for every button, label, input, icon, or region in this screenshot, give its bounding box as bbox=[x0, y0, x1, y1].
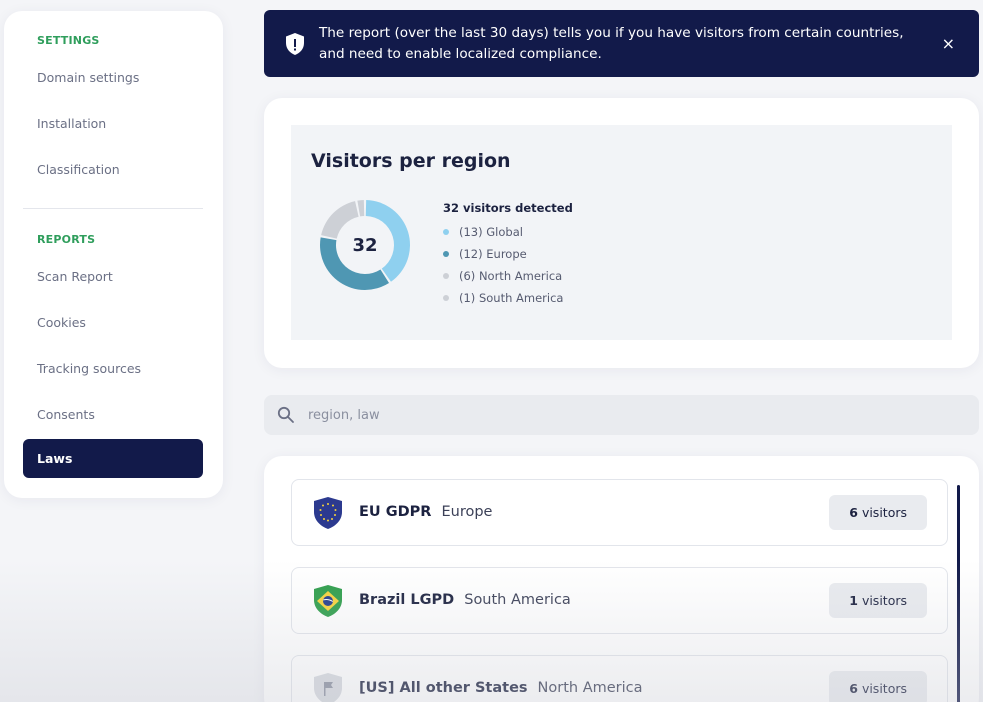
visitor-count: 1 bbox=[849, 593, 858, 608]
legend-item-south-america: (1) South America bbox=[443, 287, 573, 309]
visitor-unit: visitors bbox=[861, 505, 907, 520]
region-title: Visitors per region bbox=[311, 150, 511, 172]
legend-item-europe: (12) Europe bbox=[443, 243, 573, 265]
law-name: EU GDPR Europe bbox=[359, 504, 492, 520]
sidebar-item-consents[interactable]: Consents bbox=[37, 407, 95, 422]
legend-label-north-america: (6) North America bbox=[459, 269, 563, 283]
legend-dot-south-america bbox=[443, 295, 449, 301]
visitor-count: 6 bbox=[849, 505, 858, 520]
search-input[interactable] bbox=[308, 395, 908, 435]
visitor-count-badge: 1 visitors bbox=[829, 583, 927, 618]
sidebar-divider bbox=[23, 208, 203, 209]
law-name: [US] All other States North America bbox=[359, 680, 643, 696]
law-row-brazil-lgpd[interactable]: Brazil LGPD South America 1 visitors bbox=[291, 567, 948, 634]
search-icon bbox=[277, 406, 294, 423]
law-title: Brazil LGPD bbox=[359, 592, 455, 608]
law-row-us-other-states[interactable]: [US] All other States North America 6 vis… bbox=[291, 655, 948, 702]
law-region: South America bbox=[464, 592, 571, 608]
settings-heading: SETTINGS bbox=[37, 34, 100, 47]
banner-text: The report (over the last 30 days) tells… bbox=[319, 25, 904, 62]
visitor-count-badge: 6 visitors bbox=[829, 495, 927, 530]
legend-label-south-america: (1) South America bbox=[459, 291, 564, 305]
legend-dot-europe bbox=[443, 251, 449, 257]
generic-flag-icon bbox=[314, 673, 342, 702]
sidebar-item-tracking-sources[interactable]: Tracking sources bbox=[37, 361, 141, 376]
law-title: [US] All other States bbox=[359, 680, 528, 696]
visitor-unit: visitors bbox=[861, 593, 907, 608]
legend-label-europe: (12) Europe bbox=[459, 247, 527, 261]
sidebar-item-cookies[interactable]: Cookies bbox=[37, 315, 86, 330]
shield-icon bbox=[286, 33, 304, 55]
legend-item-global: (13) Global bbox=[443, 221, 573, 243]
eu-flag-icon bbox=[314, 497, 342, 529]
brazil-flag-icon bbox=[314, 585, 342, 617]
region-legend: 32 visitors detected (13) Global (12) Eu… bbox=[443, 201, 573, 309]
law-region: Europe bbox=[441, 504, 493, 520]
sidebar: SETTINGS Domain settings Installation Cl… bbox=[4, 11, 223, 498]
visitors-region-panel: Visitors per region 32 32 visitors detec… bbox=[291, 125, 952, 340]
visitor-unit: visitors bbox=[861, 681, 907, 696]
visitor-count: 6 bbox=[849, 681, 858, 696]
scrollbar[interactable] bbox=[957, 485, 960, 702]
sidebar-item-classification[interactable]: Classification bbox=[37, 162, 120, 177]
legend-title: 32 visitors detected bbox=[443, 201, 573, 215]
visitors-region-card: Visitors per region 32 32 visitors detec… bbox=[264, 98, 979, 368]
law-row-eu-gdpr[interactable]: EU GDPR Europe 6 visitors bbox=[291, 479, 948, 546]
law-region: North America bbox=[537, 680, 643, 696]
donut-total: 32 bbox=[352, 234, 378, 256]
visitor-count-badge: 6 visitors bbox=[829, 671, 927, 702]
search-bar[interactable] bbox=[264, 395, 979, 435]
info-banner: The report (over the last 30 days) tells… bbox=[264, 10, 979, 77]
law-title: EU GDPR bbox=[359, 504, 432, 520]
law-name: Brazil LGPD South America bbox=[359, 592, 571, 608]
legend-dot-global bbox=[443, 229, 449, 235]
legend-dot-north-america bbox=[443, 273, 449, 279]
reports-heading: REPORTS bbox=[37, 233, 96, 246]
sidebar-item-installation[interactable]: Installation bbox=[37, 116, 106, 131]
sidebar-item-laws[interactable]: Laws bbox=[23, 439, 203, 478]
legend-item-north-america: (6) North America bbox=[443, 265, 573, 287]
sidebar-item-domain-settings[interactable]: Domain settings bbox=[37, 70, 139, 85]
sidebar-item-scan-report[interactable]: Scan Report bbox=[37, 269, 113, 284]
close-icon[interactable]: × bbox=[942, 34, 955, 53]
laws-list: EU GDPR Europe 6 visitors Brazil LGPD Sout… bbox=[264, 456, 979, 702]
legend-label-global: (13) Global bbox=[459, 225, 523, 239]
